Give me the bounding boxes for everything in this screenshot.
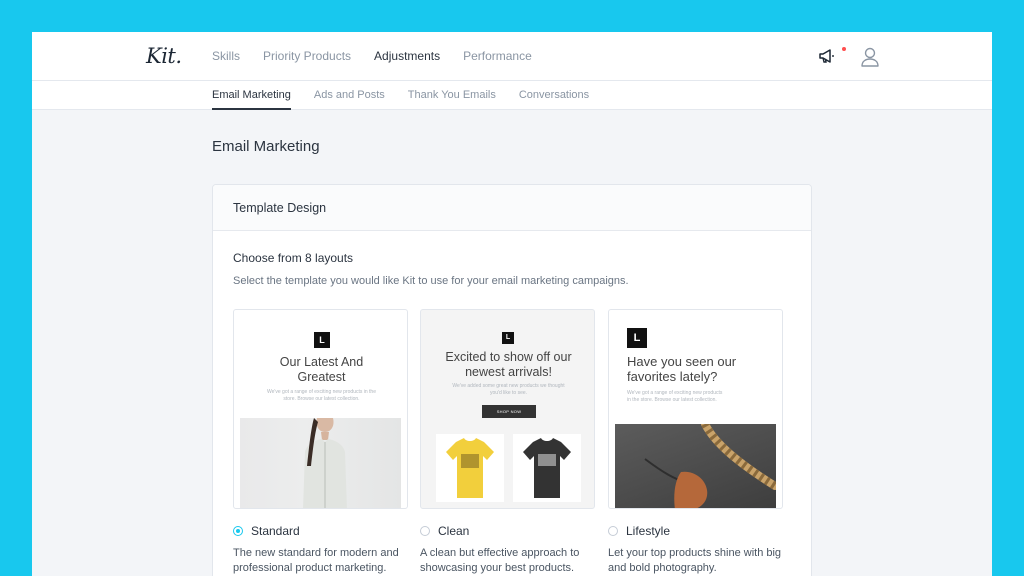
thumb-heading: Our Latest And Greatest (279, 355, 364, 384)
option-label: Standard (251, 524, 300, 538)
thumb-photo-rope (615, 424, 776, 508)
radio-option-standard[interactable]: Standard (233, 524, 300, 538)
thumb-body: We've got a range of exciting new produc… (627, 390, 723, 403)
tab-conversations[interactable]: Conversations (519, 89, 589, 110)
card-body: Choose from 8 layouts Select the templat… (213, 231, 811, 307)
thumb-black-tshirt (513, 434, 581, 502)
notification-dot (842, 47, 846, 51)
radio-option-clean[interactable]: Clean (420, 524, 469, 538)
template-thumbnail[interactable]: L Excited to show off our newest arrival… (420, 309, 595, 509)
nav-item-performance[interactable]: Performance (463, 49, 532, 63)
logo-text: Kit. (146, 44, 182, 68)
template-lifestyle[interactable]: L Have you seen our favorites lately? We… (608, 309, 783, 574)
thumb-logo: L (627, 328, 647, 348)
thumb-body: We've got a range of exciting new produc… (267, 389, 376, 402)
kit-logo[interactable]: Kit. (146, 44, 182, 68)
page-title: Email Marketing (212, 138, 320, 155)
template-thumbnail[interactable]: L Our Latest And Greatest We've got a ra… (233, 309, 408, 509)
template-clean[interactable]: L Excited to show off our newest arrival… (420, 309, 595, 574)
app-window: Kit. Skills Priority Products Adjustment… (32, 32, 992, 576)
choose-layouts-description: Select the template you would like Kit t… (233, 275, 629, 287)
option-description: A clean but effective approach to showca… (420, 547, 580, 574)
nav-item-adjustments[interactable]: Adjustments (374, 49, 440, 63)
choose-layouts-title: Choose from 8 layouts (233, 251, 354, 265)
top-bar: Kit. Skills Priority Products Adjustment… (32, 32, 992, 81)
option-label: Lifestyle (626, 524, 671, 538)
radio-option-lifestyle[interactable]: Lifestyle (608, 524, 670, 538)
thumb-yellow-tshirt (436, 434, 504, 502)
template-standard[interactable]: L Our Latest And Greatest We've got a ra… (233, 309, 408, 574)
thumb-logo: L (502, 332, 514, 344)
option-description: Let your top products shine with big and… (608, 547, 782, 574)
radio-button[interactable] (233, 526, 243, 536)
nav-item-skills[interactable]: Skills (212, 49, 240, 63)
sub-nav-bar: Email Marketing Ads and Posts Thank You … (32, 81, 992, 110)
sub-nav: Email Marketing Ads and Posts Thank You … (212, 89, 612, 110)
tab-email-marketing[interactable]: Email Marketing (212, 89, 291, 110)
radio-button[interactable] (608, 526, 618, 536)
tab-thank-you-emails[interactable]: Thank You Emails (408, 89, 496, 110)
thumb-body: We've added some great new products we t… (452, 383, 565, 396)
main-nav: Skills Priority Products Adjustments Per… (212, 49, 555, 63)
template-thumbnail[interactable]: L Have you seen our favorites lately? We… (608, 309, 783, 509)
thumb-heading: Have you seen our favorites lately? (627, 354, 737, 384)
radio-button[interactable] (420, 526, 430, 536)
thumb-heading: Excited to show off our newest arrivals! (445, 350, 572, 379)
megaphone-icon[interactable] (818, 47, 838, 65)
card-header: Template Design (213, 185, 811, 231)
nav-item-priority-products[interactable]: Priority Products (263, 49, 351, 63)
thumb-logo: L (314, 332, 330, 348)
template-design-card: Template Design Choose from 8 layouts Se… (212, 184, 812, 576)
thumb-shop-button: SHOP NOW (482, 405, 536, 418)
model-image (303, 418, 347, 508)
option-label: Clean (438, 524, 470, 538)
thumb-photo-model (240, 418, 401, 508)
user-icon[interactable] (860, 46, 880, 68)
option-description: The new standard for modern and professi… (233, 547, 399, 574)
tab-ads-and-posts[interactable]: Ads and Posts (314, 89, 385, 110)
